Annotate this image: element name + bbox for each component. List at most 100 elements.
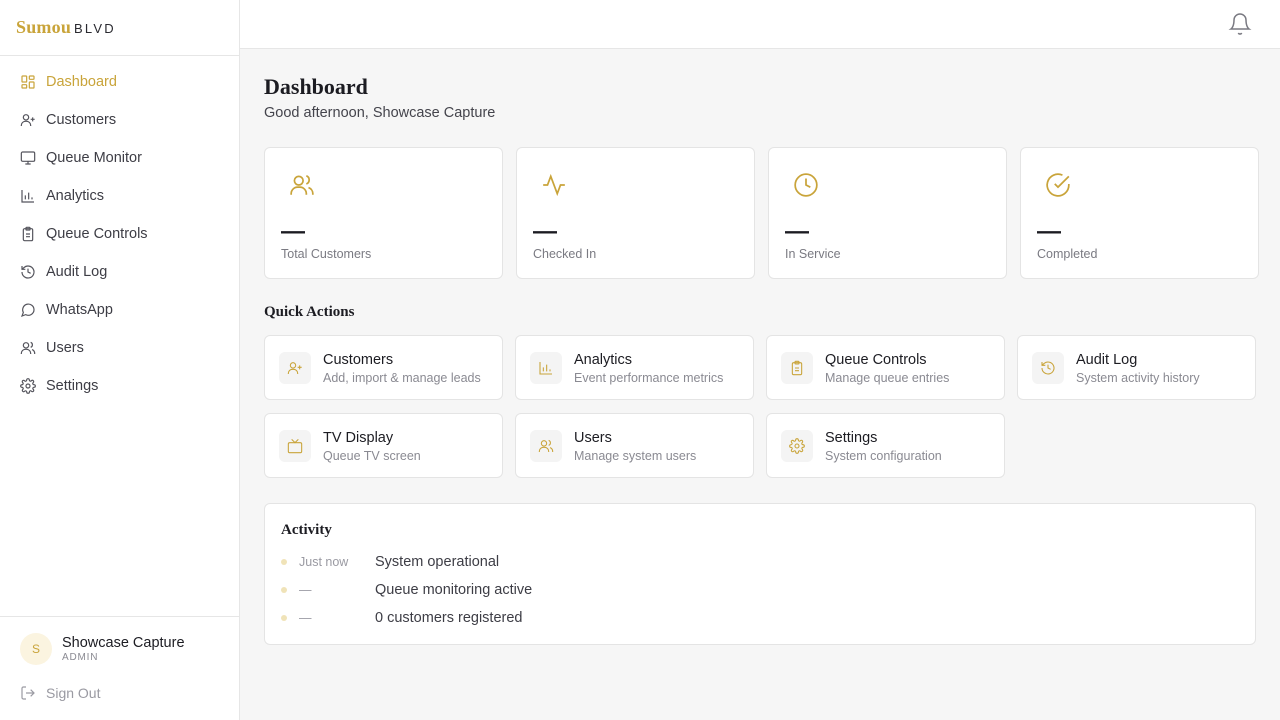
page-title: Dashboard (264, 74, 368, 99)
message-circle-icon (20, 303, 35, 318)
user-plus-icon (287, 362, 302, 374)
sidebar-item-label: Dashboard (46, 74, 117, 90)
activity-text: Queue monitoring active (375, 582, 533, 598)
sidebar-footer: S Showcase Capture ADMIN Sign Out (0, 616, 239, 720)
activity-time: Just now (299, 555, 349, 569)
quick-action-desc: Event performance metrics (574, 371, 724, 385)
sidebar-item-dashboard[interactable]: Dashboard (0, 63, 239, 101)
clipboard-icon (22, 226, 34, 242)
quick-action-audit-log[interactable]: Audit Log System activity history (1017, 335, 1256, 400)
quick-action-analytics[interactable]: Analytics Event performance metrics (515, 335, 754, 400)
history-icon (21, 265, 35, 279)
stat-value: — (1037, 218, 1061, 245)
gear-icon (789, 438, 805, 454)
bar-chart-icon (539, 362, 552, 375)
activity-dot (281, 559, 287, 565)
quick-action-desc: Manage queue entries (825, 371, 950, 385)
sidebar-item-users[interactable]: Users (0, 329, 239, 367)
users-icon (538, 439, 554, 452)
sidebar: Sumou BLVD Dashboard Customers Queue Mon… (0, 0, 240, 720)
sidebar-item-whatsapp[interactable]: WhatsApp (0, 291, 239, 329)
sidebar-item-queue-controls[interactable]: Queue Controls (0, 215, 239, 253)
quick-action-desc: Add, import & manage leads (323, 371, 481, 385)
brand-name: Sumou (16, 17, 72, 37)
quick-action-desc: Queue TV screen (323, 449, 421, 463)
quick-action-name: Customers (323, 352, 394, 368)
history-icon (1041, 361, 1055, 375)
sidebar-item-label: Settings (46, 378, 99, 394)
avatar: S (20, 633, 52, 665)
quick-action-icon-box (1032, 352, 1064, 384)
quick-action-icon-box (279, 430, 311, 462)
quick-action-users[interactable]: Users Manage system users (515, 413, 754, 478)
activity-item: — 0 customers registered (281, 608, 522, 628)
activity-text: 0 customers registered (375, 610, 523, 626)
user-name: Showcase Capture (62, 635, 185, 651)
brand-suffix: BLVD (74, 21, 116, 36)
sidebar-item-label: Customers (46, 112, 117, 128)
check-circle-icon (1046, 173, 1070, 197)
activity-panel: Activity Just now System operational — Q… (264, 503, 1256, 645)
stat-value: — (533, 218, 557, 245)
clipboard-icon (791, 360, 803, 376)
sidebar-nav: Dashboard Customers Queue Monitor Analyt… (0, 56, 239, 405)
quick-actions-grid: Customers Add, import & manage leads Ana… (264, 335, 1256, 478)
gear-icon (20, 378, 36, 394)
greeting-text: Good afternoon, Showcase Capture (264, 105, 496, 121)
sidebar-item-label: Analytics (46, 188, 105, 204)
quick-action-name: Settings (825, 430, 878, 446)
quick-action-icon-box (781, 352, 813, 384)
quick-action-desc: System configuration (825, 449, 942, 463)
quick-action-icon-box (781, 430, 813, 462)
quick-action-name: Users (574, 430, 612, 446)
activity-icon (543, 173, 565, 197)
stat-card-completed: — Completed (1020, 147, 1259, 279)
sidebar-item-label: Audit Log (46, 264, 108, 280)
stat-card-checked-in: — Checked In (516, 147, 755, 279)
activity-dot (281, 587, 287, 593)
sidebar-item-settings[interactable]: Settings (0, 367, 239, 405)
quick-action-tv-display[interactable]: TV Display Queue TV screen (264, 413, 503, 478)
user-plus-icon (20, 114, 35, 126)
quick-action-customers[interactable]: Customers Add, import & manage leads (264, 335, 503, 400)
activity-time: — (299, 611, 312, 625)
activity-title: Activity (281, 522, 332, 538)
grid-icon (21, 75, 35, 89)
quick-action-desc: Manage system users (574, 449, 697, 463)
quick-action-settings[interactable]: Settings System configuration (766, 413, 1005, 478)
monitor-icon (20, 151, 36, 165)
sign-out-label: Sign Out (46, 685, 101, 701)
tv-icon (287, 438, 303, 454)
activity-text: System operational (375, 554, 500, 570)
stat-card-in-service: — In Service (768, 147, 1007, 279)
quick-action-name: Analytics (574, 352, 633, 368)
sidebar-item-queue-monitor[interactable]: Queue Monitor (0, 139, 239, 177)
sidebar-item-customers[interactable]: Customers (0, 101, 239, 139)
clock-icon (794, 173, 818, 197)
quick-action-icon-box (530, 352, 562, 384)
quick-action-desc: System activity history (1076, 371, 1200, 385)
sidebar-item-audit-log[interactable]: Audit Log (0, 253, 239, 291)
quick-action-icon-box (530, 430, 562, 462)
sidebar-item-analytics[interactable]: Analytics (0, 177, 239, 215)
sidebar-item-label: Queue Controls (46, 226, 148, 242)
brand-logo[interactable]: Sumou BLVD (0, 0, 239, 56)
activity-dot (281, 615, 287, 621)
activity-time: — (299, 583, 312, 597)
quick-action-queue-controls[interactable]: Queue Controls Manage queue entries (766, 335, 1005, 400)
quick-action-name: TV Display (323, 430, 394, 446)
user-profile[interactable]: S Showcase Capture ADMIN (20, 633, 185, 665)
bell-icon[interactable] (1228, 12, 1252, 36)
sidebar-item-label: Users (46, 340, 84, 356)
quick-actions-title: Quick Actions (264, 304, 355, 320)
bar-chart-icon (21, 190, 34, 203)
stats-row: — Total Customers — Checked In — In Serv… (264, 147, 1259, 279)
user-role: ADMIN (62, 652, 99, 663)
sidebar-item-label: WhatsApp (46, 302, 113, 318)
stat-value: — (785, 218, 809, 245)
user-meta: Showcase Capture ADMIN (62, 635, 185, 663)
stat-label: Completed (1037, 247, 1098, 261)
sign-out-button[interactable]: Sign Out (20, 685, 100, 701)
top-bar (240, 0, 1280, 49)
sidebar-item-label: Queue Monitor (46, 150, 142, 166)
